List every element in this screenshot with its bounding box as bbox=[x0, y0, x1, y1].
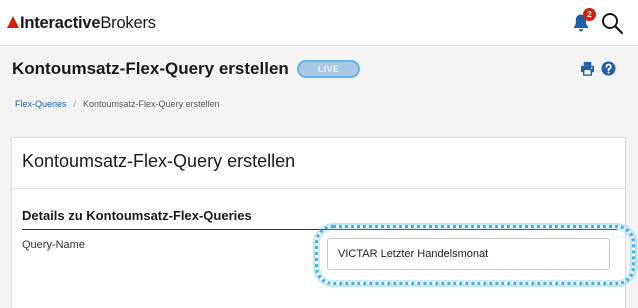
section-rule bbox=[22, 229, 617, 230]
card-divider bbox=[11, 188, 626, 189]
query-name-label: Query-Name bbox=[22, 239, 85, 251]
top-navigation-bar: InteractiveBrokers 2 bbox=[0, 0, 638, 46]
interactive-brokers-logo[interactable]: InteractiveBrokers bbox=[7, 12, 156, 34]
search-icon[interactable] bbox=[600, 11, 624, 35]
breadcrumb-current: Kontoumsatz-Flex-Query erstellen bbox=[83, 99, 220, 109]
notification-count-badge: 2 bbox=[583, 8, 596, 21]
breadcrumb: Flex-Queries / Kontoumsatz-Flex-Query erst… bbox=[15, 99, 220, 109]
environment-pill: LIVE bbox=[297, 60, 360, 78]
print-icon[interactable] bbox=[580, 61, 595, 76]
help-icon[interactable] bbox=[601, 61, 616, 76]
page-title: Kontoumsatz-Flex-Query erstellen bbox=[12, 59, 289, 78]
card-title: Kontoumsatz-Flex-Query erstellen bbox=[22, 151, 296, 171]
breadcrumb-link-flex-queries[interactable]: Flex-Queries bbox=[15, 99, 67, 109]
logo-mark-icon bbox=[7, 16, 19, 28]
query-name-input[interactable] bbox=[327, 238, 610, 270]
section-title: Details zu Kontoumsatz-Flex-Queries bbox=[22, 208, 252, 223]
logo-text: InteractiveBrokers bbox=[20, 13, 156, 32]
breadcrumb-separator: / bbox=[73, 99, 77, 109]
